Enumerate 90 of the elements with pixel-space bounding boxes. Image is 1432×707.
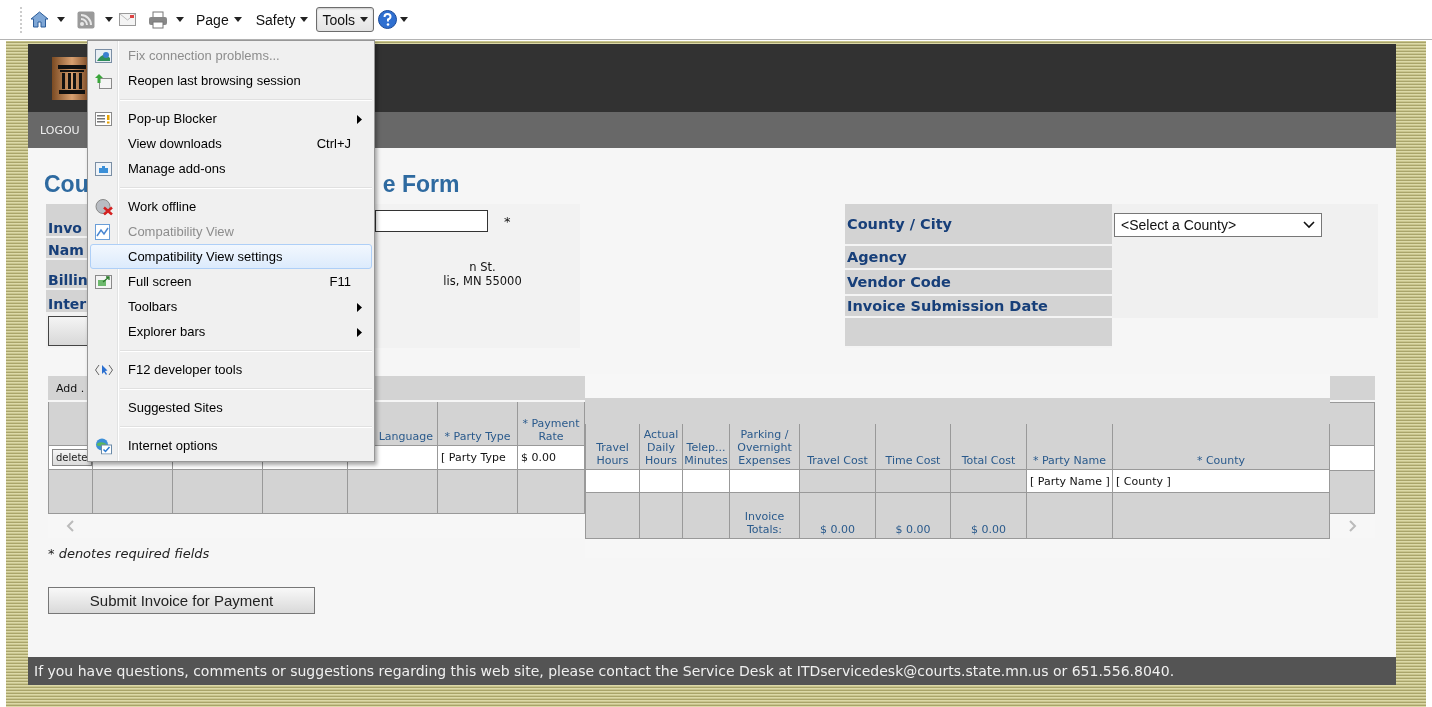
invoice-input-field[interactable] [375, 210, 488, 232]
table-cell [640, 493, 683, 539]
mail-icon[interactable] [119, 13, 136, 26]
table-cell [730, 470, 800, 493]
add-bar [1330, 376, 1375, 400]
field-label: Inter [46, 290, 87, 312]
compatibility-icon [95, 223, 110, 240]
column-header: Travel Hours [585, 424, 640, 470]
toolbar-menu-button[interactable]: Page [190, 7, 248, 32]
header-cell [1330, 402, 1375, 446]
table-cell [1330, 446, 1375, 470]
table-cell [640, 470, 683, 493]
column-header: Time Cost [876, 424, 951, 470]
shortcut-label: F11 [329, 274, 351, 289]
feed-icon[interactable] [77, 10, 95, 29]
column-header: * Party Name [1027, 424, 1113, 470]
logout-link[interactable]: LOGOU [40, 123, 80, 137]
add-label[interactable]: Add . [56, 381, 85, 395]
table-cell [683, 470, 730, 493]
address-line: n St. [469, 260, 496, 274]
offline-icon [95, 198, 113, 215]
column-header: Travel Cost [800, 424, 876, 470]
caret-icon [233, 17, 242, 22]
table-cell: [ Party Name ] [1027, 470, 1113, 493]
caret-icon [176, 17, 184, 22]
popup-blocker-icon [95, 111, 112, 126]
required-mark: * [504, 213, 511, 229]
menu-item[interactable]: Work offline [90, 194, 372, 219]
page-title: Cou [44, 170, 89, 199]
column-header: Telep... Minutes [683, 424, 730, 470]
table-cell [1330, 470, 1375, 514]
field-label: Billin [46, 260, 87, 288]
column-header: Actual Daily Hours [640, 424, 683, 470]
full-screen-icon [95, 274, 112, 289]
field-label: Invo [46, 204, 87, 236]
footer-text: If you have questions, comments or suggestions regarding this web site, please contact the Service Desk at ITDservicedesk@courts.state.mn.us or 651.556.8040. [34, 663, 1175, 679]
address-line: lis, MN 55000 [443, 274, 522, 288]
delete-button[interactable]: delete [52, 449, 92, 466]
page-title: e Form [382, 170, 460, 199]
menu-item[interactable]: Explorer bars [90, 319, 372, 344]
chevron-down-icon [1303, 221, 1315, 229]
table-cell: [ Party Type [438, 446, 518, 470]
field-label: Agency [845, 246, 1112, 270]
total-cell: $ 0.00 [951, 493, 1027, 539]
restore-session-icon [95, 72, 112, 89]
totals-label: Invoice Totals: [730, 493, 800, 539]
total-cell: $ 0.00 [876, 493, 951, 539]
caret-icon [300, 17, 309, 22]
field-label: Nam [46, 238, 87, 258]
county-select[interactable]: <Select a County> [1114, 213, 1322, 237]
column-header: Total Cost [951, 424, 1027, 470]
menu-item[interactable]: Compatibility View settings [90, 244, 372, 269]
toolbar-menu-button[interactable]: Tools [316, 7, 375, 32]
toolbar-menu-button[interactable]: Safety [249, 7, 315, 32]
menu-item[interactable]: Reopen last browsing session [90, 68, 372, 93]
field-label: Invoice Submission Date [845, 296, 1112, 318]
caret-icon [105, 17, 113, 22]
home-icon[interactable] [30, 11, 49, 28]
developer-tools-icon [95, 363, 113, 376]
column-header: * County [1113, 424, 1330, 470]
field-label: Vendor Code [845, 270, 1112, 296]
field-label: County / City [845, 204, 1112, 246]
help-icon[interactable] [378, 10, 398, 29]
table-cell: $ 0.00 [518, 446, 585, 470]
column-header: * Party Type [438, 402, 518, 446]
required-note: * denotes required fields [48, 546, 211, 561]
menu-item[interactable]: Toolbars [90, 294, 372, 319]
caret-icon [400, 17, 409, 22]
menu-item[interactable]: Full screen F11 [90, 269, 372, 294]
table-cell [683, 493, 730, 539]
table-cell [585, 470, 640, 493]
menu-item[interactable]: Pop-up Blocker [90, 106, 372, 131]
column-header: Parking / Overnight Expenses [730, 424, 800, 470]
table-cell: [ County ] [1113, 470, 1330, 493]
internet-options-icon [95, 437, 112, 454]
caret-icon [360, 17, 369, 22]
submit-button[interactable]: Submit Invoice for Payment [48, 587, 315, 614]
shortcut-label: Ctrl+J [316, 136, 351, 151]
menu-item[interactable]: View downloads Ctrl+J [90, 131, 372, 156]
menu-item[interactable]: F12 developer tools [90, 357, 372, 382]
table-cell [518, 470, 585, 514]
network-icon [95, 48, 112, 63]
caret-icon [57, 17, 65, 22]
table-cell [585, 493, 640, 539]
add-ons-icon [95, 161, 112, 176]
total-cell: $ 0.00 [800, 493, 876, 539]
print-icon[interactable] [148, 10, 168, 29]
column-header: * Payment Rate [518, 402, 585, 446]
form-button[interactable] [48, 316, 90, 346]
menu-item[interactable]: Manage add-ons [90, 156, 372, 181]
